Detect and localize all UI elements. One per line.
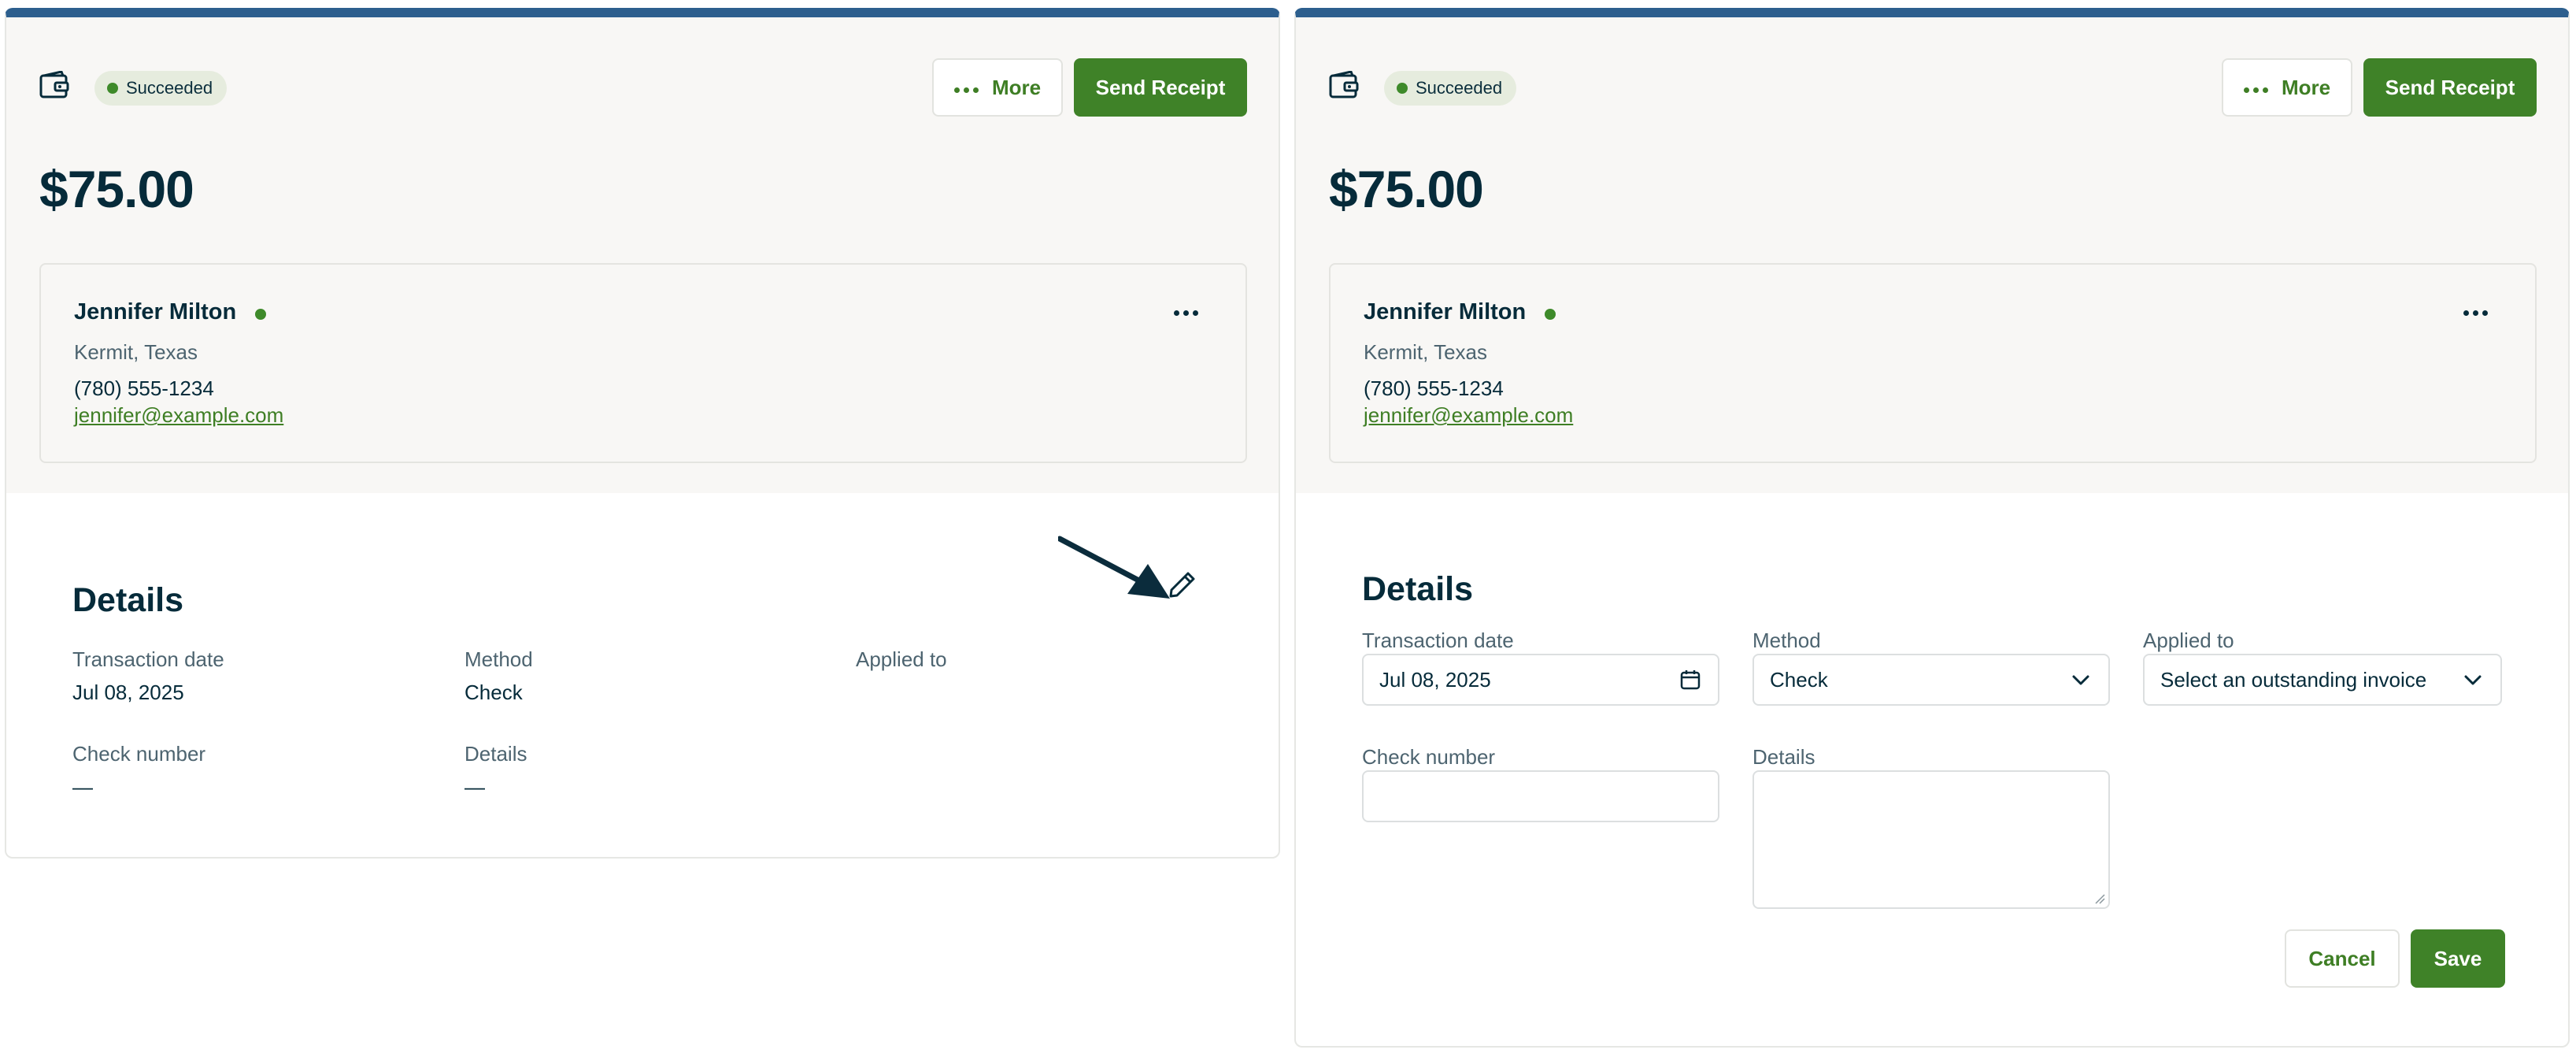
transaction-date-value: Jul 08, 2025 [72, 681, 184, 704]
online-status-dot [255, 309, 266, 320]
applied-to-label: Applied to [2143, 629, 2234, 652]
method-label: Method [1752, 629, 1821, 652]
save-button[interactable]: Save [2411, 929, 2505, 988]
send-receipt-button[interactable]: Send Receipt [1074, 58, 1247, 117]
wallet-icon [39, 71, 69, 98]
contact-phone: (780) 555-1234 [74, 376, 214, 400]
arrow-icon [1058, 536, 1170, 599]
method-label: Method [464, 647, 533, 671]
payment-panel-view: Succeeded More Send Receipt $75.00 Jenni… [5, 8, 1280, 859]
details-value: — [464, 775, 485, 799]
check-number-input[interactable] [1362, 770, 1719, 822]
chevron-down-icon [2072, 675, 2089, 685]
contact-card: Jennifer Milton Kermit, Texas (780) 555-… [1329, 263, 2537, 463]
contact-menu-button[interactable] [2459, 310, 2488, 316]
cancel-button[interactable]: Cancel [2285, 929, 2400, 988]
method-select[interactable]: Check [1752, 654, 2110, 706]
contact-menu-button[interactable] [1170, 310, 1198, 316]
contact-name[interactable]: Jennifer Milton [74, 299, 236, 325]
status-dot [107, 83, 118, 94]
payment-header: Succeeded More Send Receipt $75.00 Jenni… [6, 17, 1279, 493]
more-button[interactable]: More [2222, 58, 2352, 117]
contact-location: Kermit, Texas [74, 340, 198, 364]
calendar-icon[interactable] [1680, 669, 1701, 690]
ellipsis-icon [2244, 87, 2272, 93]
contact-name[interactable]: Jennifer Milton [1364, 299, 1526, 325]
status-label: Succeeded [126, 78, 213, 98]
payment-amount: $75.00 [1329, 160, 1484, 218]
check-number-value: — [72, 775, 93, 799]
details-label: Details [464, 742, 527, 766]
check-number-label: Check number [1362, 745, 1496, 769]
send-receipt-button[interactable]: Send Receipt [2363, 58, 2537, 117]
payment-header: Succeeded More Send Receipt $75.00 Jenni… [1296, 17, 2568, 493]
resize-handle-icon[interactable] [2094, 893, 2105, 904]
details-textarea[interactable] [1752, 770, 2110, 909]
applied-to-label: Applied to [856, 647, 947, 671]
transaction-date-input[interactable]: Jul 08, 2025 [1362, 654, 1719, 706]
method-value: Check [464, 681, 523, 704]
contact-phone: (780) 555-1234 [1364, 376, 1504, 400]
details-label: Details [1752, 745, 1815, 769]
applied-to-value: Select an outstanding invoice [2160, 668, 2427, 692]
check-number-label: Check number [72, 742, 206, 766]
applied-to-select[interactable]: Select an outstanding invoice [2143, 654, 2502, 706]
contact-email-link[interactable]: jennifer@example.com [1364, 403, 1573, 428]
transaction-date-label: Transaction date [72, 647, 224, 671]
status-badge: Succeeded [94, 71, 228, 106]
payment-panel-edit: Succeeded More Send Receipt $75.00 Jenni… [1294, 8, 2570, 1048]
contact-email-link[interactable]: jennifer@example.com [74, 403, 283, 428]
more-button[interactable]: More [932, 58, 1063, 117]
more-label: More [992, 76, 1042, 99]
wallet-icon [1329, 71, 1359, 98]
contact-card: Jennifer Milton Kermit, Texas (780) 555-… [39, 263, 1247, 463]
ellipsis-icon [954, 87, 983, 93]
details-title: Details [72, 581, 184, 619]
status-dot [1397, 83, 1408, 94]
chevron-down-icon [2464, 675, 2482, 685]
method-value: Check [1770, 668, 1828, 692]
transaction-date-value: Jul 08, 2025 [1379, 668, 1491, 692]
transaction-date-label: Transaction date [1362, 629, 1514, 652]
status-label: Succeeded [1416, 78, 1503, 98]
payment-amount: $75.00 [39, 160, 194, 218]
details-title: Details [1362, 570, 1474, 608]
online-status-dot [1545, 309, 1556, 320]
more-label: More [2282, 76, 2331, 99]
contact-location: Kermit, Texas [1364, 340, 1488, 364]
pencil-icon[interactable] [1167, 569, 1198, 600]
status-badge: Succeeded [1384, 71, 1517, 106]
